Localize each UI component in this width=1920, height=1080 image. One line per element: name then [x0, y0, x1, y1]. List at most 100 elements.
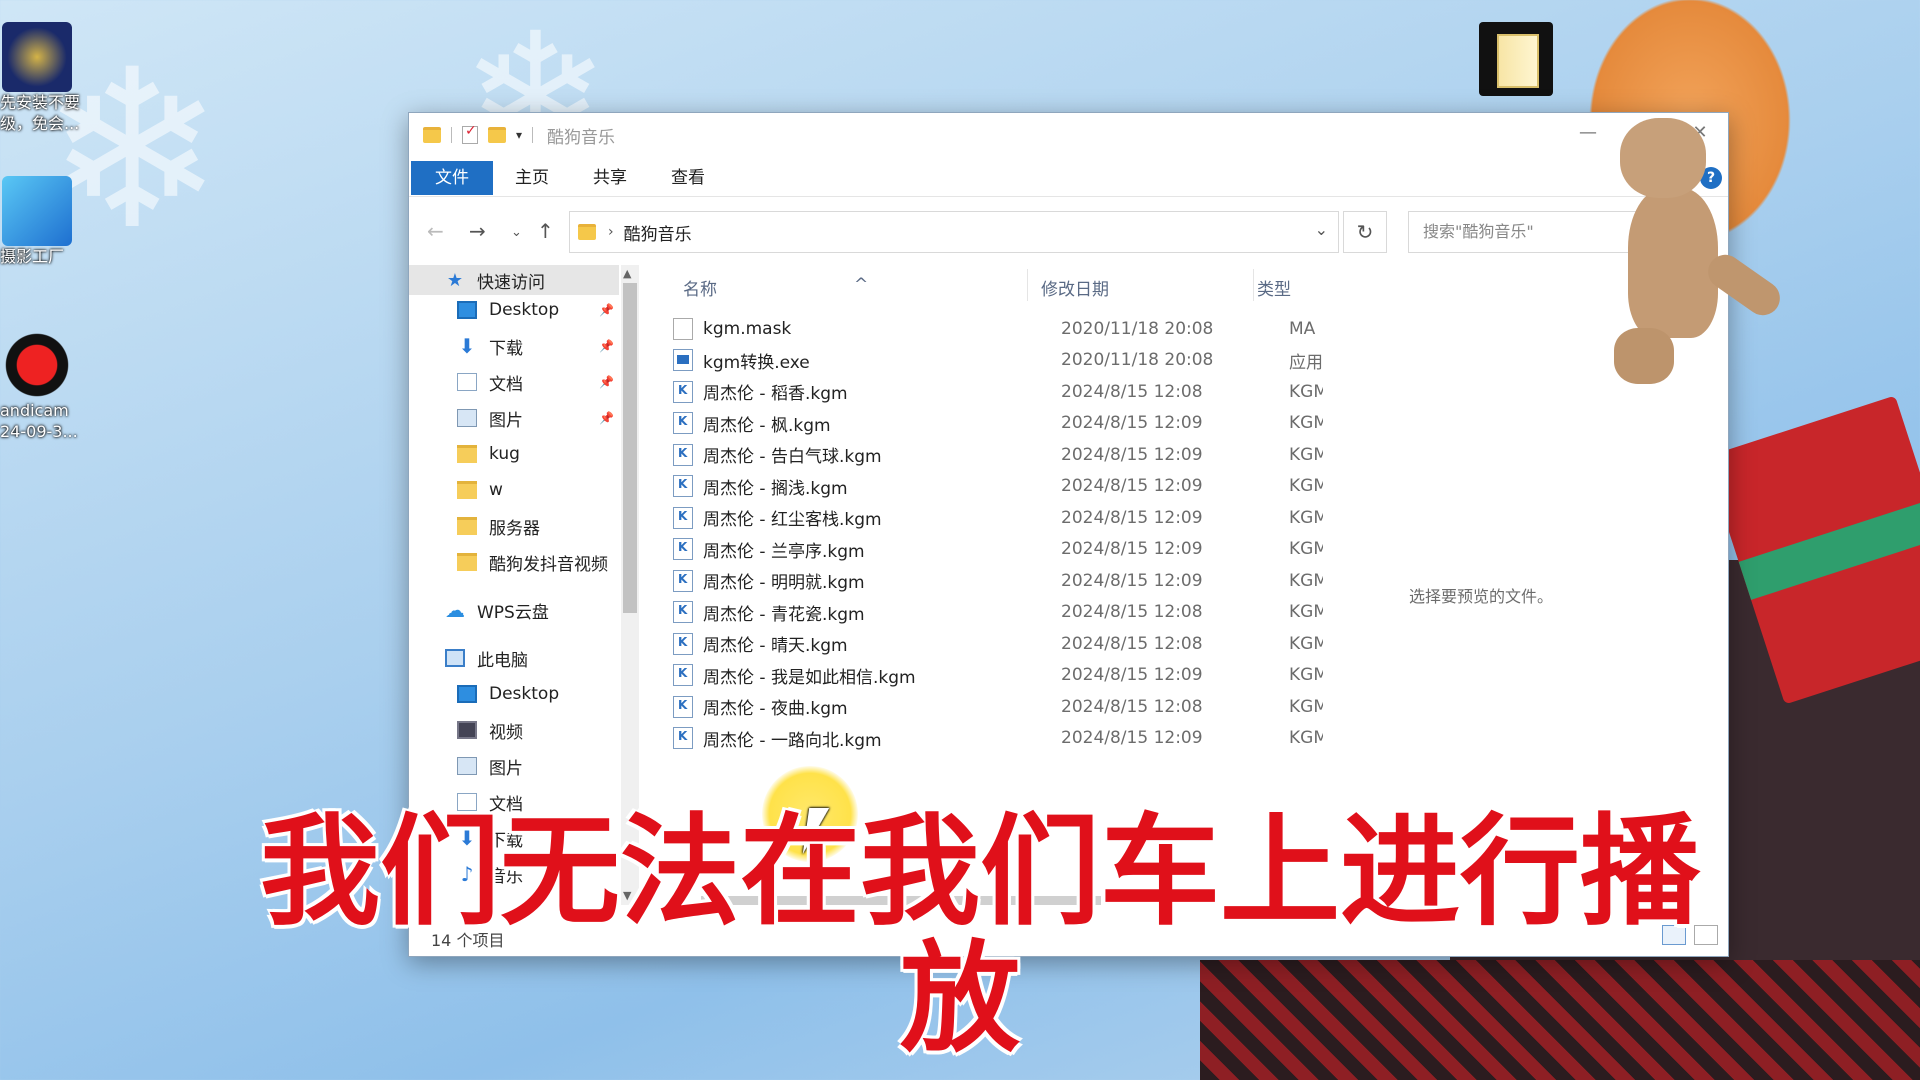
file-date: 2024/8/15 12:09 [1061, 728, 1203, 749]
desktop-icon-label: 级，免会... [0, 114, 80, 133]
sidebar-item-server[interactable]: 服务器 [457, 511, 540, 541]
breadcrumb-separator-icon[interactable]: › [608, 224, 614, 240]
divider [1253, 269, 1254, 301]
column-header-date[interactable]: 修改日期 [1041, 275, 1109, 300]
title-bar: ▾ 酷狗音乐 — ☐ ✕ [409, 113, 1728, 157]
tab-home[interactable]: 主页 [493, 161, 571, 195]
refresh-button[interactable]: ↻ [1343, 211, 1387, 253]
file-type: KGM [1289, 696, 1323, 717]
address-bar[interactable]: › 酷狗音乐 ⌄ [569, 211, 1339, 253]
sidebar-item-wps-cloud[interactable]: ☁ WPS云盘 [445, 595, 549, 625]
sidebar-item-label: 此电脑 [477, 650, 528, 671]
navigation-bar: ← → ⌄ ↑ › 酷狗音乐 ⌄ ↻ 搜索"酷狗音乐" [409, 209, 1728, 255]
file-date: 2024/8/15 12:09 [1061, 507, 1203, 528]
sidebar-item-label: 快速访问 [477, 272, 545, 293]
file-row[interactable]: 周杰伦 - 明明就.kgm 2024/8/15 12:09 KGM [673, 565, 1333, 597]
file-row[interactable]: 周杰伦 - 枫.kgm 2024/8/15 12:09 KGM [673, 408, 1333, 440]
divider [532, 127, 534, 143]
new-folder-icon[interactable] [488, 127, 506, 143]
video-subtitle-line1: 我们无法在我们车上进行播 [260, 803, 1700, 942]
sidebar-item-pc-videos[interactable]: 视频 [457, 715, 523, 745]
file-row[interactable]: 周杰伦 - 红尘客栈.kgm 2024/8/15 12:09 KGM [673, 502, 1333, 534]
file-name: kgm.mask [703, 318, 792, 339]
tab-file[interactable]: 文件 [411, 160, 493, 195]
desktop-folder-icon[interactable] [1479, 22, 1553, 96]
bear-sticker [1604, 118, 1787, 390]
properties-icon[interactable] [462, 123, 478, 144]
sidebar-item-this-pc[interactable]: 此电脑 [445, 643, 528, 673]
file-date: 2024/8/15 12:09 [1061, 665, 1203, 686]
file-row[interactable]: 周杰伦 - 一路向北.kgm 2024/8/15 12:09 KGM [673, 723, 1333, 755]
sidebar-item-w[interactable]: w [457, 475, 503, 505]
quick-access-toolbar: ▾ [423, 123, 534, 144]
up-arrow-icon[interactable]: ↑ [537, 219, 554, 243]
desktop-icon-photo-factory[interactable]: 摄影工厂 [0, 176, 90, 267]
sidebar-item-documents[interactable]: 文档 [457, 367, 523, 397]
file-type: KGM [1289, 476, 1323, 497]
column-header-name[interactable]: 名称 [683, 275, 717, 300]
file-row[interactable]: 周杰伦 - 夜曲.kgm 2024/8/15 12:08 KGM [673, 691, 1333, 723]
file-type: KGM [1289, 444, 1323, 465]
sidebar-item-pc-desktop[interactable]: Desktop [457, 679, 559, 709]
file-name: 周杰伦 - 红尘客栈.kgm [703, 510, 882, 531]
pin-icon: 📌 [599, 303, 614, 317]
scroll-up-arrow-icon[interactable]: ▲ [623, 267, 631, 280]
sidebar-item-pictures[interactable]: 图片 [457, 403, 523, 433]
scrollbar-thumb[interactable] [623, 283, 637, 613]
tab-share[interactable]: 共享 [571, 161, 649, 195]
file-type: KGM [1289, 413, 1323, 434]
file-type: KGM [1289, 539, 1323, 560]
desktop-icon-label: andicam [0, 401, 69, 420]
file-date: 2024/8/15 12:09 [1061, 476, 1203, 497]
sidebar-item-kug[interactable]: kug [457, 439, 520, 469]
cloud-icon: ☁ [445, 598, 465, 622]
sidebar-item-label: 酷狗发抖音视频 [489, 554, 608, 575]
sidebar-item-desktop[interactable]: Desktop [457, 295, 559, 325]
file-row[interactable]: 周杰伦 - 兰亭序.kgm 2024/8/15 12:09 KGM [673, 534, 1333, 566]
sidebar-item-quick-access[interactable]: ★ 快速访问 [409, 265, 619, 295]
file-row[interactable]: 周杰伦 - 我是如此相信.kgm 2024/8/15 12:09 KGM [673, 660, 1333, 692]
column-header-type[interactable]: 类型 [1257, 275, 1291, 300]
tab-view[interactable]: 查看 [649, 161, 727, 195]
desktop-icon-bandicam[interactable]: andicam 24-09-3... [0, 330, 90, 442]
file-date: 2020/11/18 20:08 [1061, 318, 1214, 339]
sidebar-item-downloads[interactable]: ⬇ 下载 [457, 331, 523, 361]
file-row[interactable]: 周杰伦 - 青花瓷.kgm 2024/8/15 12:08 KGM [673, 597, 1333, 629]
sidebar-item-label: kug [489, 444, 520, 464]
file-icon [673, 317, 693, 340]
back-arrow-icon[interactable]: ← [427, 219, 444, 243]
desktop-icon [457, 301, 477, 319]
folder-icon [457, 445, 477, 463]
file-name: 周杰伦 - 青花瓷.kgm [703, 604, 865, 625]
sidebar-item-pc-pictures[interactable]: 图片 [457, 751, 523, 781]
folder-icon [423, 127, 441, 143]
divider [1027, 269, 1028, 301]
file-row[interactable]: 周杰伦 - 搁浅.kgm 2024/8/15 12:09 KGM [673, 471, 1333, 503]
music-logo-icon [2, 22, 72, 92]
kgm-file-icon [673, 538, 693, 561]
star-icon: ★ [446, 269, 464, 291]
breadcrumb[interactable]: 酷狗音乐 [624, 220, 692, 245]
file-name: 周杰伦 - 告白气球.kgm [703, 447, 882, 468]
sidebar-item-label: w [489, 480, 503, 500]
file-name: 周杰伦 - 一路向北.kgm [703, 730, 882, 751]
forward-arrow-icon[interactable]: → [469, 219, 486, 243]
address-dropdown-icon[interactable]: ⌄ [1315, 220, 1328, 239]
recent-locations-chevron-icon[interactable]: ⌄ [511, 225, 522, 240]
desktop-icon-music-installer[interactable]: 先安装不要 级，免会... [0, 22, 90, 134]
file-date: 2024/8/15 12:09 [1061, 413, 1203, 434]
sidebar-item-kugou-douyin-videos[interactable]: 酷狗发抖音视频 [457, 547, 608, 577]
file-name: kgm转换.exe [703, 352, 810, 373]
file-row[interactable]: 周杰伦 - 晴天.kgm 2024/8/15 12:08 KGM [673, 628, 1333, 660]
file-row[interactable]: 周杰伦 - 告白气球.kgm 2024/8/15 12:09 KGM [673, 439, 1333, 471]
folder-icon [457, 481, 477, 499]
file-row[interactable]: 周杰伦 - 稻香.kgm 2024/8/15 12:08 KGM [673, 376, 1333, 408]
kgm-file-icon [673, 569, 693, 592]
kgm-file-icon [673, 601, 693, 624]
customize-dropdown-icon[interactable]: ▾ [516, 128, 522, 142]
file-type: KGM [1289, 665, 1323, 686]
file-row[interactable]: kgm.mask 2020/11/18 20:08 MA [673, 313, 1333, 345]
kgm-file-icon [673, 475, 693, 498]
file-row[interactable]: kgm转换.exe 2020/11/18 20:08 应用 [673, 345, 1333, 377]
file-type: 应用 [1289, 352, 1323, 373]
